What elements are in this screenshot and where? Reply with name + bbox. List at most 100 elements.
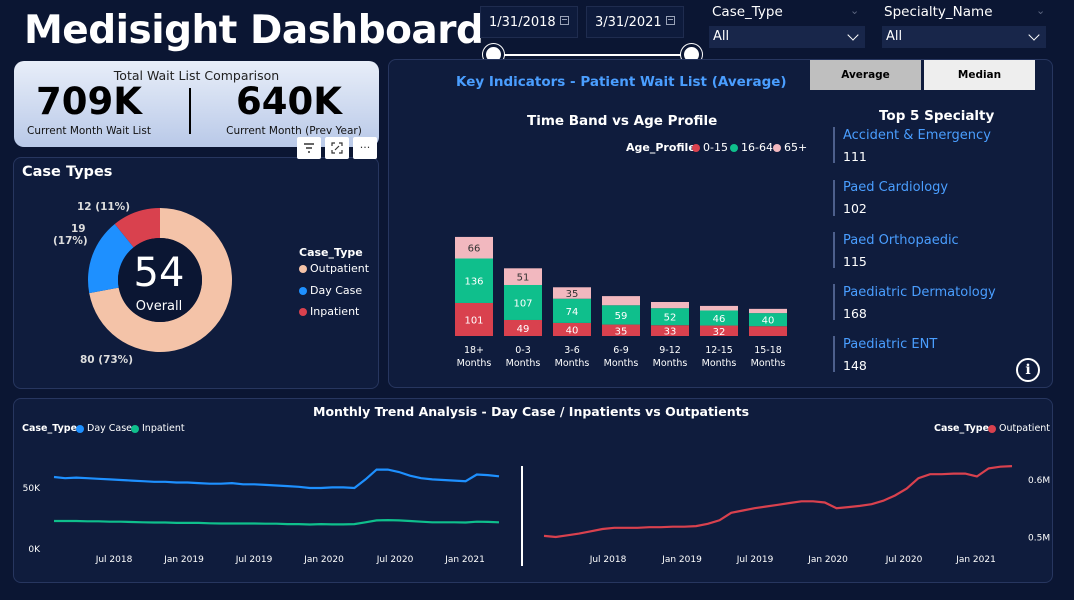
x-tick-label: Jul 2020 [376,555,414,565]
legend-item-outpatient[interactable]: Outpatient [299,262,369,275]
x-tick-label: Jan 2020 [807,555,848,565]
legend-item-outpatient[interactable]: Outpatient [988,423,1050,434]
filter-icon[interactable] [297,137,321,159]
bar-data-label: 49 [517,324,530,335]
monthly-trend-title: Monthly Trend Analysis - Day Case / Inpa… [313,404,750,419]
calendar-icon[interactable] [666,16,675,25]
legend-item-16-64[interactable]: 16-64 [730,141,773,154]
key-indicators-title: Key Indicators - Patient Wait List (Aver… [456,74,787,90]
legend-item-inpatient[interactable]: Inpatient [299,305,359,318]
bar-data-label: 59 [615,311,628,322]
case-type-select[interactable]: All [709,26,865,48]
prev-year-value: 640K [236,80,342,123]
calendar-icon[interactable] [560,16,569,25]
y-tick-label: 0.5M [1028,533,1050,543]
daycase-data-label-value: 19 [71,223,86,235]
x-tick-label: Months [506,358,541,369]
bar-segment[interactable] [749,308,787,314]
bar-data-label: 33 [664,327,677,338]
x-tick-label: Months [751,358,786,369]
bar-segment[interactable] [700,305,738,311]
outpatient-data-label: 80 (73%) [80,354,133,366]
bar-data-label: 136 [464,277,483,288]
x-tick-label: Jul 2018 [589,555,627,565]
daycase-inpatient-line-chart: 0K 50K Jul 2018 Jan 2019 Jul 2019 Jan 2020 Jul… [23,468,500,565]
x-tick-label: Jan 2021 [955,555,996,565]
donut-center-label: Overall [135,299,183,314]
specialty-accent-bar [833,180,835,216]
median-toggle-button[interactable]: Median [924,60,1035,90]
chevron-down-icon[interactable]: ⌄ [1036,4,1045,17]
bar-data-label: 74 [566,307,579,318]
x-tick-label: 18+ [464,345,484,356]
series-line-outpatient[interactable] [543,465,1013,539]
legend-item-day-case[interactable]: Day Case [76,423,132,434]
bar-data-label: 40 [762,316,775,327]
bar-segment[interactable] [749,326,787,336]
kpi-divider [189,88,191,134]
specialty-accent-bar [833,232,835,268]
y-tick-label: 50K [23,484,41,494]
x-tick-label: Months [653,358,688,369]
top-specialty-title: Top 5 Specialty [879,108,995,124]
trend-right-legend-title: Case_Type [934,423,990,434]
specialty-accent-bar [833,284,835,320]
specialty-value: 168 [843,306,867,321]
x-tick-label: Jan 2021 [444,555,485,565]
bar-segment[interactable] [651,301,689,309]
specialty-accent-bar [833,127,835,163]
specialty-name: Paediatric Dermatology [843,285,996,300]
x-tick-label: Jul 2020 [885,555,923,565]
average-toggle-button[interactable]: Average [810,60,921,90]
bar-data-label: 107 [513,298,532,309]
bar-segment[interactable] [602,296,640,306]
specialty-selected-value: All [886,29,903,44]
more-options-icon[interactable]: ··· [353,137,377,159]
donut-center-value: 54 [133,250,185,296]
kpi-card: Total Wait List Comparison 709K Current … [14,61,379,147]
specialty-value: 102 [843,201,867,216]
series-line-day-case[interactable] [53,468,500,490]
date-start-input[interactable]: 1/31/2018 [480,6,578,38]
current-wait-list-label: Current Month Wait List [27,125,151,137]
y-tick-label: 0.6M [1028,476,1050,486]
specialty-value: 111 [843,149,867,164]
chevron-down-icon[interactable]: ⌄ [850,4,859,17]
x-tick-label: Months [702,358,737,369]
chevron-down-icon [847,29,859,41]
chart-divider [521,466,523,566]
bar-data-label: 101 [464,315,483,326]
time-band-title: Time Band vs Age Profile [527,113,718,129]
case-type-selected-value: All [713,29,730,44]
trend-left-legend-title: Case_Type [22,423,78,434]
time-band-stacked-bar-chart: 101 136 66 18+ Months 49 107 51 0-3 Months 40 74 35 3… [455,236,787,369]
bar-data-label: 40 [566,325,579,336]
bar-data-label: 66 [468,244,481,255]
x-tick-label: Months [604,358,639,369]
info-icon[interactable]: i [1016,358,1040,382]
chevron-down-icon [1028,29,1040,41]
bar-data-label: 52 [664,313,677,324]
specialty-filter-label: Specialty_Name [884,4,993,20]
bar-data-label: 35 [566,289,579,300]
series-line-inpatient[interactable] [54,518,500,526]
legend-item-day-case[interactable]: Day Case [299,284,362,297]
x-tick-label: 6-9 [613,345,629,356]
x-tick-label: Jan 2020 [303,555,344,565]
current-wait-list-value: 709K [36,80,142,123]
date-range-slider-track[interactable] [493,54,692,56]
date-start-value: 1/31/2018 [489,15,556,30]
specialty-select[interactable]: All [882,26,1046,48]
date-end-input[interactable]: 3/31/2021 [586,6,684,38]
date-end-value: 3/31/2021 [595,15,662,30]
legend-item-0-15[interactable]: 0-15 [692,141,728,154]
case-type-legend-title: Case_Type [299,246,363,259]
x-tick-label: 3-6 [564,345,580,356]
prev-year-label: Current Month (Prev Year) [226,125,362,137]
daycase-data-label-pct: (17%) [53,235,88,247]
x-tick-label: Jan 2019 [163,555,204,565]
app-title: Medisight Dashboard [24,8,484,53]
legend-item-65-plus[interactable]: 65+ [773,141,807,154]
legend-item-inpatient[interactable]: Inpatient [131,423,185,434]
focus-mode-icon[interactable] [325,137,349,159]
